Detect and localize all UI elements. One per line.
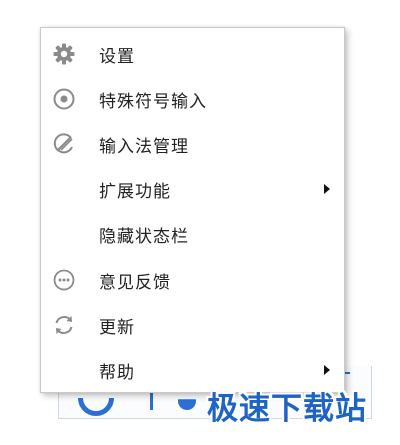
refresh-icon <box>51 312 77 338</box>
menu-item-settings[interactable]: 设置 <box>41 32 344 76</box>
menu-item-special-symbols[interactable]: 特殊符号输入 <box>41 77 344 121</box>
menu-item-label: 更新 <box>99 317 135 338</box>
menu-item-label: 扩展功能 <box>99 181 171 202</box>
gear-icon <box>51 41 77 67</box>
menu-item-label: 输入法管理 <box>99 136 189 157</box>
ellipsis-circle-icon <box>51 267 77 293</box>
submenu-arrow-icon <box>324 184 330 194</box>
menu-item-feedback[interactable]: 意见反馈 <box>41 258 344 302</box>
menu-item-label: 意见反馈 <box>99 272 171 293</box>
menu-item-label: 特殊符号输入 <box>99 91 207 112</box>
menu-item-update[interactable]: 更新 <box>41 303 344 347</box>
submenu-arrow-icon <box>324 365 330 375</box>
pen-slash-icon <box>51 131 77 157</box>
menu-item-extensions[interactable]: 扩展功能 <box>41 167 344 211</box>
menu-item-label: 隐藏状态栏 <box>99 226 189 247</box>
menu-item-label: 帮助 <box>99 362 135 383</box>
menu-item-hide-statusbar[interactable]: 隐藏状态栏 <box>41 212 344 256</box>
context-menu: 设置 特殊符号输入 输入法管理 扩展功能 隐藏状态栏 意见反馈 更新 帮助 <box>40 27 345 393</box>
toolbar-separator <box>150 392 153 410</box>
target-circle-icon <box>51 86 77 112</box>
watermark: 极速下载站 <box>207 391 367 427</box>
menu-item-label: 设置 <box>99 46 135 67</box>
menu-item-ime-manager[interactable]: 输入法管理 <box>41 122 344 166</box>
